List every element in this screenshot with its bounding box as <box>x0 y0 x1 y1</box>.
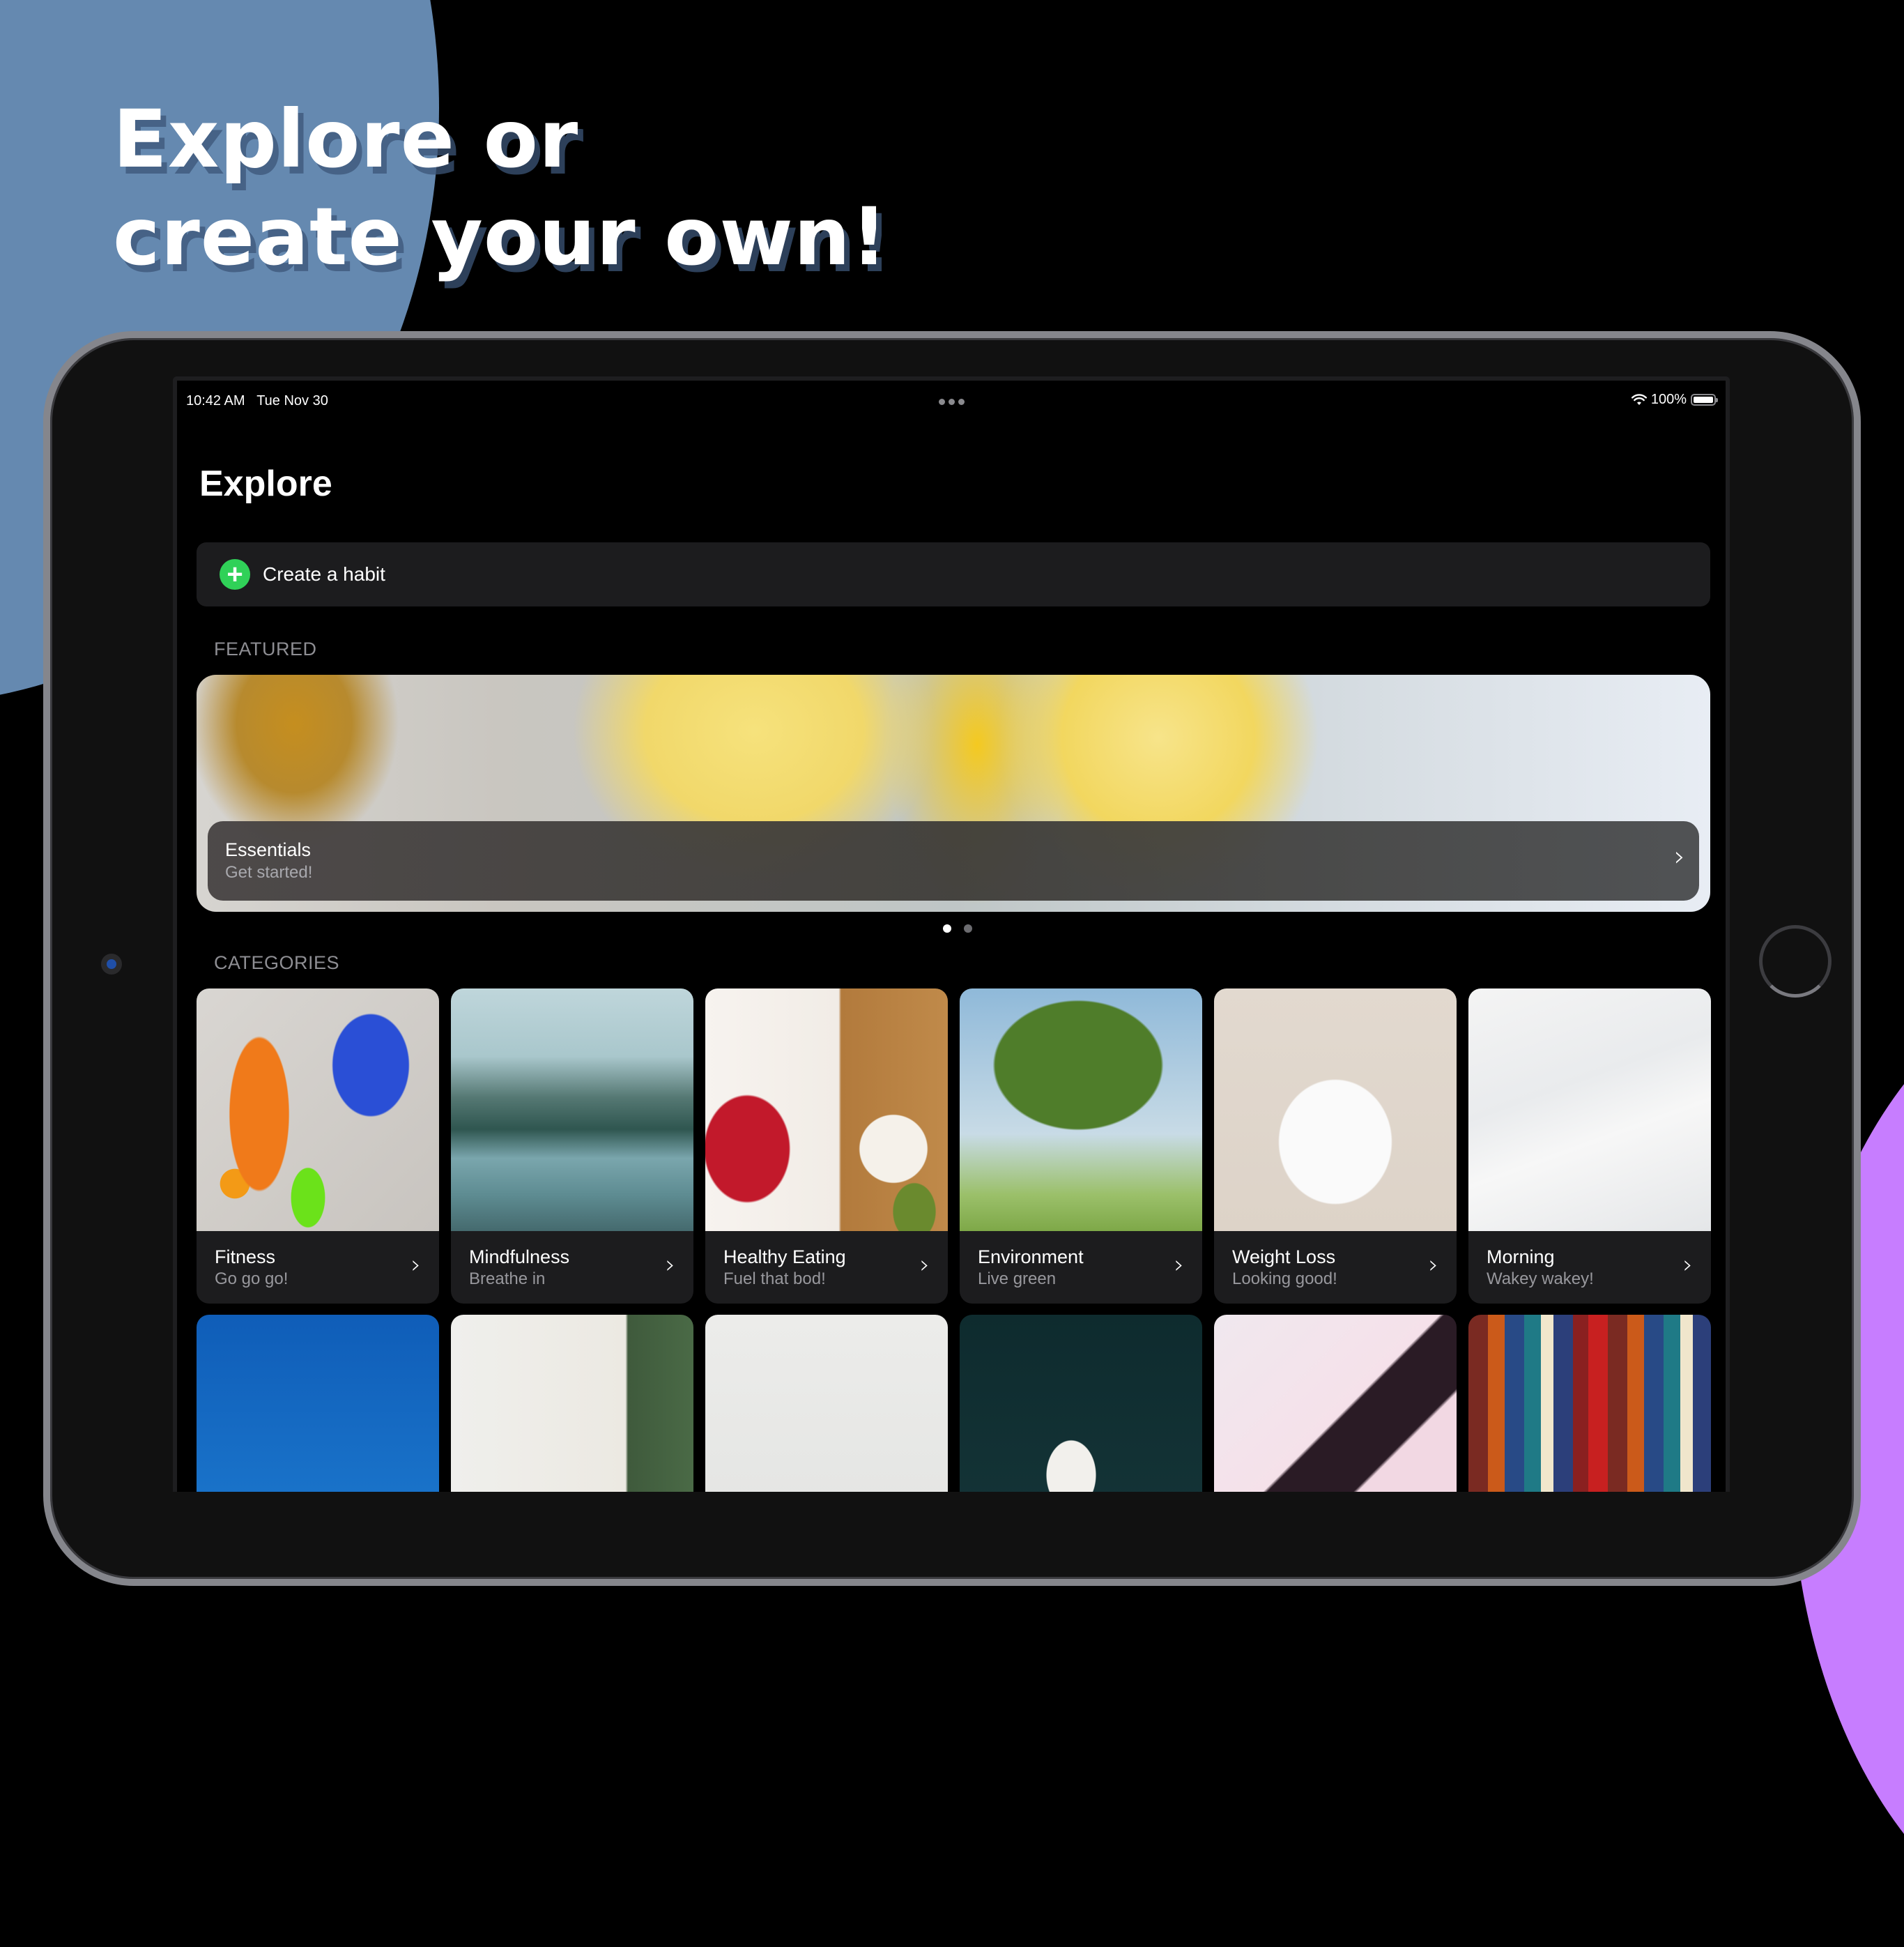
headline-line-1: Explore or <box>113 93 579 185</box>
category-title: Environment <box>978 1246 1084 1267</box>
chevron-right-icon: › <box>410 1251 421 1279</box>
categories-section-label: CATEGORIES <box>214 952 340 973</box>
category-card-partial[interactable] <box>960 1315 1202 1492</box>
category-subtitle: Breathe in <box>469 1269 546 1288</box>
chevron-right-icon: › <box>665 1251 675 1279</box>
chevron-right-icon: › <box>1174 1251 1184 1279</box>
category-subtitle: Live green <box>978 1269 1057 1288</box>
category-image-environment <box>960 988 1202 1231</box>
category-card-mindfulness[interactable]: Mindfulness Breathe in › <box>451 988 693 1304</box>
featured-page-indicator[interactable] <box>943 924 972 933</box>
battery-percent: 100% <box>1650 392 1687 407</box>
category-title: Morning <box>1487 1246 1555 1267</box>
category-subtitle: Wakey wakey! <box>1487 1269 1594 1288</box>
category-title: Fitness <box>215 1246 276 1267</box>
plus-circle-icon: + <box>220 559 250 590</box>
category-image-morning <box>1468 988 1711 1231</box>
page-dot-1[interactable] <box>943 924 951 933</box>
category-image-healthy-eating <box>705 988 948 1231</box>
create-habit-button[interactable]: + Create a habit <box>197 542 1710 606</box>
category-image-mindfulness <box>451 988 693 1231</box>
category-title: Healthy Eating <box>723 1246 846 1267</box>
status-right: 100% <box>1631 392 1718 408</box>
status-time-date: 10:42 AM Tue Nov 30 <box>186 393 328 409</box>
category-card-partial[interactable] <box>1468 1315 1711 1492</box>
home-button[interactable] <box>1759 925 1832 998</box>
category-subtitle: Fuel that bod! <box>723 1269 826 1288</box>
category-card-partial[interactable] <box>197 1315 439 1492</box>
featured-section-label: FEATURED <box>214 639 317 659</box>
category-card-partial[interactable] <box>1214 1315 1457 1492</box>
chevron-right-icon: › <box>1428 1251 1438 1279</box>
featured-card-essentials[interactable]: Essentials Get started! › <box>197 675 1710 912</box>
category-card-partial[interactable] <box>451 1315 693 1492</box>
wifi-icon <box>1631 394 1647 405</box>
category-card-environment[interactable]: Environment Live green › <box>960 988 1202 1304</box>
category-image-fitness <box>197 988 439 1231</box>
categories-grid: Fitness Go go go! › Mindfulness Breathe … <box>197 988 1711 1492</box>
category-title: Weight Loss <box>1232 1246 1336 1267</box>
category-subtitle: Looking good! <box>1232 1269 1337 1288</box>
featured-card-panel: Essentials Get started! › <box>208 821 1699 901</box>
marketing-headline: Explore or create your own! <box>113 91 888 286</box>
category-card-fitness[interactable]: Fitness Go go go! › <box>197 988 439 1304</box>
chevron-right-icon: › <box>1674 841 1685 873</box>
category-image-weight-loss <box>1214 988 1457 1231</box>
featured-card-title: Essentials <box>225 839 312 860</box>
category-card-weight-loss[interactable]: Weight Loss Looking good! › <box>1214 988 1457 1304</box>
category-card-partial[interactable] <box>705 1315 948 1492</box>
category-card-healthy-eating[interactable]: Healthy Eating Fuel that bod! › <box>705 988 948 1304</box>
status-bar: 10:42 AM Tue Nov 30 100% <box>177 388 1726 409</box>
page-dot-2[interactable] <box>964 924 972 933</box>
app-screen: 10:42 AM Tue Nov 30 100% Explore + Creat… <box>173 376 1730 1492</box>
multitasking-ellipsis-icon[interactable] <box>939 399 965 405</box>
headline-line-2: create your own! <box>113 190 889 283</box>
page-title: Explore <box>199 464 332 504</box>
create-habit-label: Create a habit <box>263 563 385 585</box>
category-title: Mindfulness <box>469 1246 570 1267</box>
chevron-right-icon: › <box>919 1251 930 1279</box>
front-camera-icon <box>101 954 122 975</box>
battery-icon <box>1691 394 1718 406</box>
category-subtitle: Go go go! <box>215 1269 289 1288</box>
category-card-morning[interactable]: Morning Wakey wakey! › <box>1468 988 1711 1304</box>
chevron-right-icon: › <box>1682 1251 1693 1279</box>
featured-card-subtitle: Get started! <box>225 863 313 882</box>
